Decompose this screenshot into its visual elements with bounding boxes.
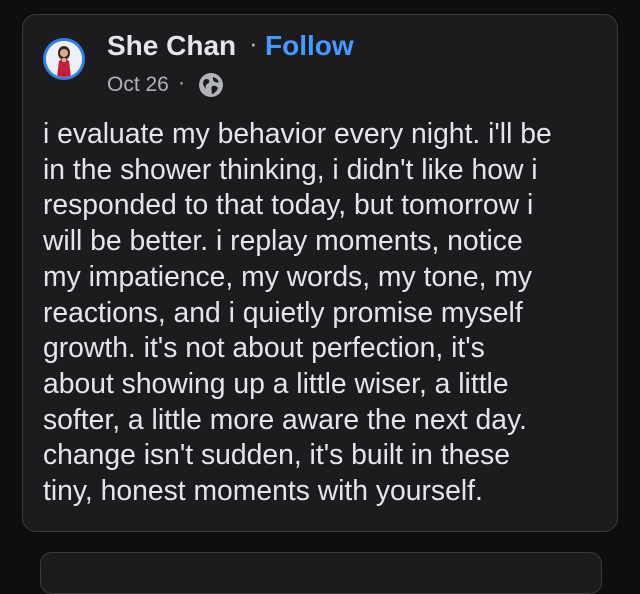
follow-button[interactable]: Follow <box>265 32 354 60</box>
next-post-card <box>40 552 602 594</box>
globe-icon <box>198 72 224 98</box>
author-name[interactable]: She Chan <box>107 32 236 60</box>
header-separator: · <box>249 28 258 58</box>
avatar[interactable] <box>43 38 85 80</box>
post-text: i evaluate my behavior every night. i'll… <box>43 117 552 507</box>
date-separator: · <box>178 71 185 94</box>
post-card: She Chan · Follow Oct 26 · i evaluate my… <box>22 14 618 532</box>
post-date[interactable]: Oct 26 <box>107 74 169 95</box>
avatar-image <box>46 41 82 77</box>
